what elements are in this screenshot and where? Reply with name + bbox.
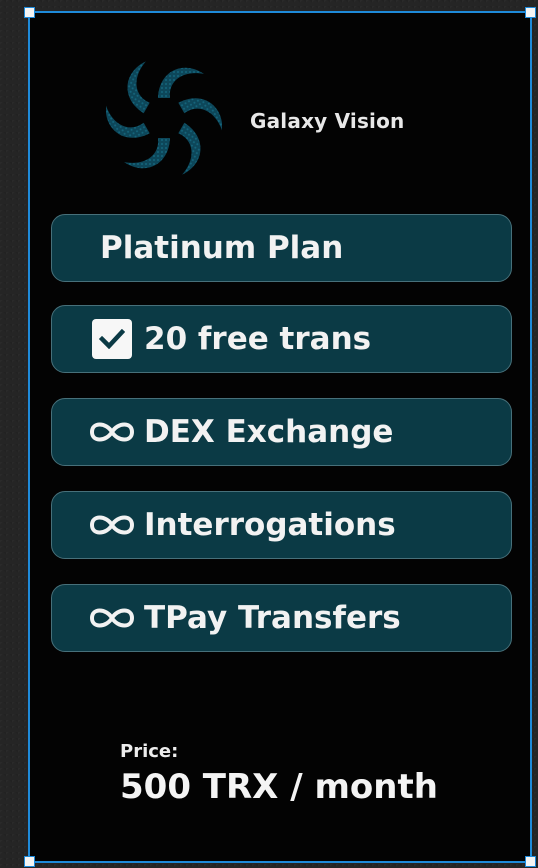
checkbox-checked-icon[interactable] [92,319,132,359]
feature-label: DEX Exchange [144,414,394,450]
feature-label: TPay Transfers [144,600,401,636]
plan-title: Platinum Plan [100,230,344,266]
infinity-icon [86,419,138,445]
feature-label: 20 free trans [144,321,372,357]
brand-name: Galaxy Vision [250,109,405,133]
feature-label: Interrogations [144,507,396,543]
resize-handle-top-left[interactable] [24,7,35,18]
feature-free-trans[interactable]: 20 free trans [51,305,512,373]
price-label: Price: [120,741,179,762]
feature-tpay-transfers[interactable]: TPay Transfers [51,584,512,652]
resize-handle-bottom-left[interactable] [24,856,35,867]
infinity-icon [86,605,138,631]
infinity-icon [86,512,138,538]
feature-interrogations[interactable]: Interrogations [51,491,512,559]
resize-handle-bottom-right[interactable] [525,856,536,867]
price-value: 500 TRX / month [120,767,438,807]
plan-title-pill[interactable]: Platinum Plan [51,214,512,282]
feature-dex-exchange[interactable]: DEX Exchange [51,398,512,466]
pricing-card[interactable]: Galaxy Vision Platinum Plan 20 free tran… [24,7,536,867]
resize-handle-top-right[interactable] [525,7,536,18]
spiral-galaxy-icon [106,61,222,175]
